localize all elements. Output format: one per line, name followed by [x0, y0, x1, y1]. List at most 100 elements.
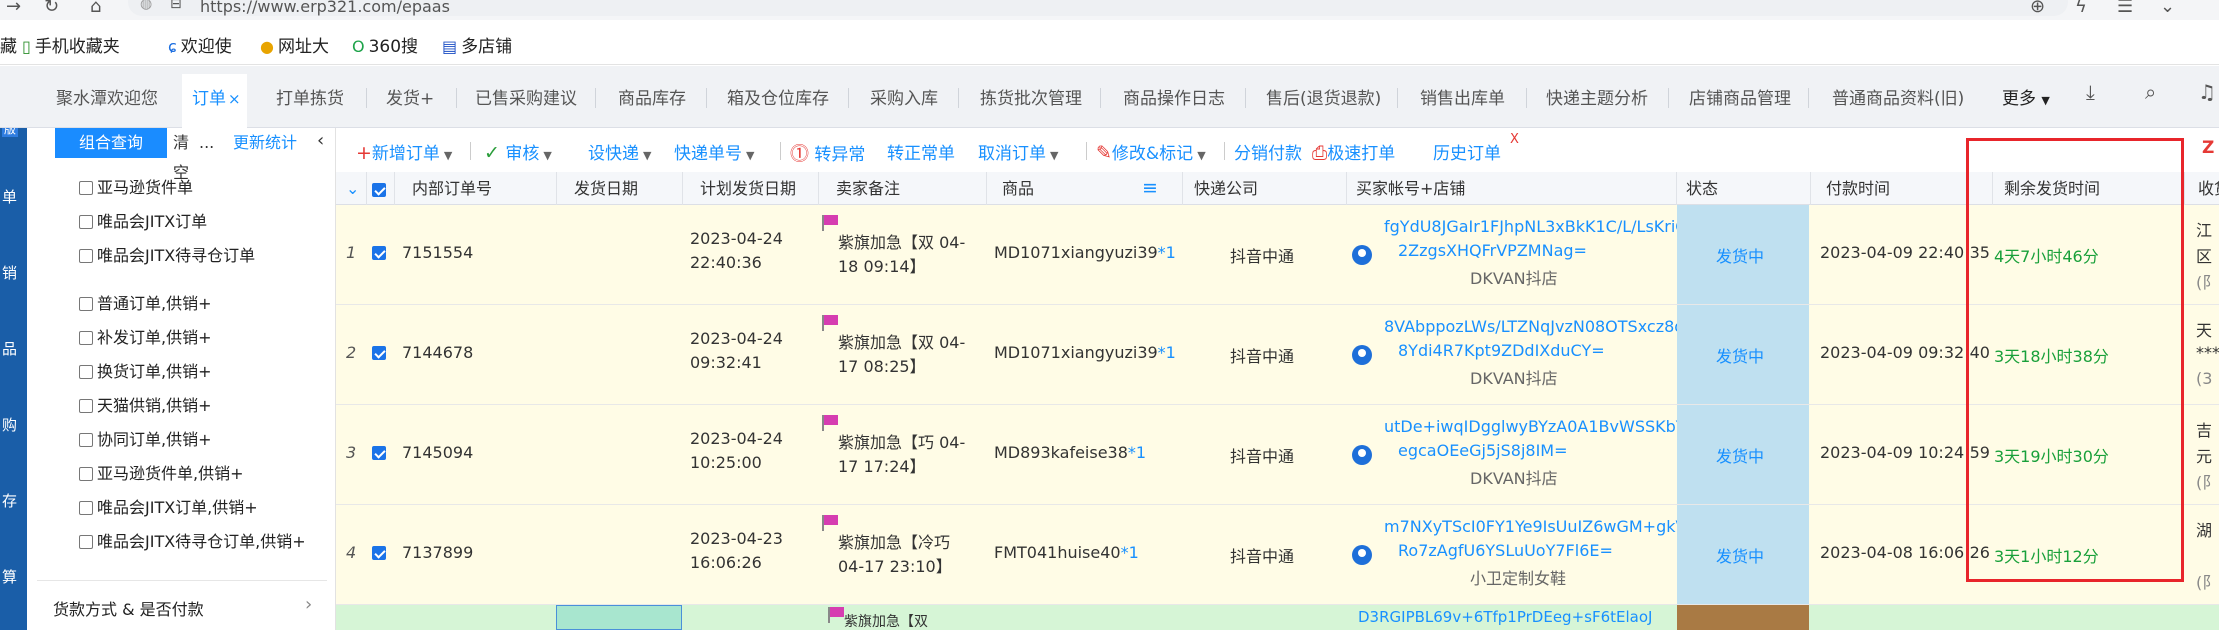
filter-item[interactable]: 天猫供销,供销+ [79, 392, 212, 416]
checkbox[interactable] [79, 249, 93, 263]
col-receiver[interactable]: 收货 [2192, 172, 2219, 205]
row-checkbox[interactable] [372, 543, 390, 562]
buyer-partial[interactable]: D3RGIPBL69v+6Tfp1PrDEeg+sF6tElaoJ [1358, 608, 1652, 626]
table-row[interactable]: 2 7144678 2023-04-24 09:32:41 紫旗加急【双 04- 17 0… [336, 305, 2219, 405]
tab-goods-legacy[interactable]: 普通商品资料(旧) [1832, 84, 1964, 109]
col-plan-date[interactable]: 计划发货日期 [694, 172, 796, 205]
bookmark-item[interactable]: ɕ 欢迎使 [168, 32, 232, 57]
goods-sku[interactable]: FMT041huise40*1 [994, 543, 1139, 562]
dist-pay-button[interactable]: 分销付款 [1234, 139, 1302, 164]
audit-button[interactable]: ✓ 审核 ▼ [484, 139, 552, 164]
more-button[interactable]: ... [199, 128, 214, 158]
bookmark-item[interactable]: ● 网址大 [260, 32, 329, 57]
search-icon[interactable]: ⌕ [2145, 80, 2156, 104]
forward-icon[interactable]: → [6, 0, 21, 17]
tab-purchase-advice[interactable]: 已售采购建议 [475, 84, 577, 109]
collapse-icon[interactable]: ‹ [317, 130, 324, 151]
bookmark-item[interactable]: ▯ 手机收藏夹 [22, 32, 120, 57]
goods-sku[interactable]: MD1071xiangyuzi39*1 [994, 243, 1176, 262]
checkbox[interactable] [79, 365, 93, 379]
buyer-account-line2[interactable]: Ro7zAgfU6YSLuUoY7Fl6E= [1398, 541, 1613, 560]
filter-item[interactable]: 亚马逊货件单,供销+ [79, 460, 244, 484]
tab-welcome[interactable]: 聚水潭欢迎您 [56, 84, 158, 109]
filter-item[interactable]: 唯品会JITX订单 [79, 208, 207, 232]
tab-inbound[interactable]: 采购入库 [870, 84, 938, 109]
tab-ship[interactable]: 发货+ [386, 84, 434, 109]
order-no[interactable]: 7137899 [402, 543, 473, 562]
more-dropdown[interactable]: 更多 ▼ [2002, 84, 2050, 109]
col-status[interactable]: 状态 [1680, 172, 1718, 205]
table-row[interactable]: 1 7151554 2023-04-24 22:40:36 紫旗加急【双 04- 18 0… [336, 205, 2219, 305]
tab-bin-stock[interactable]: 箱及仓位库存 [727, 84, 829, 109]
buyer-account-line2[interactable]: egcaOEeGj5jS8j8IM= [1398, 441, 1568, 460]
tab-pick[interactable]: 打单拣货 [276, 84, 344, 109]
tab-shop-goods[interactable]: 店铺商品管理 [1689, 84, 1791, 109]
select-all-checkbox[interactable] [366, 180, 390, 199]
filter-item[interactable]: 唯品会JITX待寻仓订单,供销+ [79, 528, 306, 552]
bookmark-item[interactable]: ▤ 多店铺 [442, 32, 512, 57]
col-ship-date[interactable]: 发货日期 [568, 172, 638, 205]
checkbox[interactable] [79, 331, 93, 345]
home-icon[interactable]: ⌂ [90, 0, 101, 17]
order-no[interactable]: 7151554 [402, 243, 473, 262]
new-order-button[interactable]: +新增订单 ▼ [356, 139, 452, 164]
tab-aftersale[interactable]: 售后(退货退款) [1266, 84, 1381, 109]
col-buyer-shop[interactable]: 买家帐号+店铺 [1350, 172, 1465, 205]
checkbox[interactable] [79, 215, 93, 229]
tab-order[interactable]: 订单 × [182, 74, 247, 128]
buyer-account-line2[interactable]: 8Ydi4R7Kpt9ZDdIXduCY= [1398, 341, 1605, 360]
filter-item[interactable]: 协同订单,供销+ [79, 426, 212, 450]
payment-filter[interactable]: 货款方式 & 是否付款 [53, 596, 204, 620]
to-normal-button[interactable]: 转正常单 [887, 139, 955, 164]
zz-icon[interactable]: Z [2202, 138, 2214, 158]
filter-item[interactable]: 换货订单,供销+ [79, 358, 212, 382]
table-row[interactable]: 3 7145094 2023-04-24 10:25:00 紫旗加急【巧 04- 17 1… [336, 405, 2219, 505]
modify-mark-button[interactable]: ✎修改&标记 ▼ [1096, 139, 1206, 164]
bell-icon[interactable]: ♫ [2198, 80, 2216, 104]
buyer-account[interactable]: 8VAbppozLWs/LTZNqJvzN08OTSxcz8q [1384, 317, 1684, 336]
filter-item[interactable]: 亚马逊货件单 [79, 174, 193, 198]
goods-sku[interactable]: MD1071xiangyuzi39*1 [994, 343, 1176, 362]
to-exception-button[interactable]: ⓵ 转异常 [790, 139, 865, 166]
expand-all-icon[interactable]: ⌄ [340, 172, 359, 205]
zoom-icon[interactable]: ⊕ [2030, 0, 2045, 17]
nav-finance[interactable]: 算 [2, 566, 17, 587]
menu-icon[interactable]: ☰ [2117, 0, 2133, 17]
tab-express-analysis[interactable]: 快递主题分析 [1546, 84, 1648, 109]
combined-query-button[interactable]: 组合查询 [55, 128, 167, 158]
fast-print-button[interactable]: ⎙极速打单 [1312, 139, 1395, 164]
refresh-stats-button[interactable]: 更新统计 [233, 128, 297, 158]
close-toolbar-icon[interactable]: X [1510, 132, 1519, 147]
nav-stock[interactable]: 存 [2, 490, 17, 511]
extension-icon[interactable]: ϟ [2075, 0, 2087, 17]
filter-item[interactable]: 唯品会JITX待寻仓订单 [79, 242, 255, 266]
tab-outbound[interactable]: 销售出库单 [1420, 84, 1505, 109]
bookmark-item[interactable]: O 360搜 [352, 32, 418, 57]
set-express-button[interactable]: 设快递 ▼ [588, 139, 651, 164]
col-pay-time[interactable]: 付款时间 [1820, 172, 1890, 205]
order-no[interactable]: 7145094 [402, 443, 473, 462]
checkbox[interactable] [79, 535, 93, 549]
filter-item[interactable]: 补发订单,供销+ [79, 324, 212, 348]
col-goods[interactable]: 商品 [996, 172, 1034, 205]
col-express[interactable]: 快递公司 [1188, 172, 1258, 205]
table-row[interactable]: 紫旗加急【双 D3RGIPBL69v+6Tfp1PrDEeg+sF6tElaoJ [336, 605, 2219, 630]
buyer-account[interactable]: fgYdU8JGaIr1FJhpNL3xBkK1C/L/LsKriQ [1384, 217, 1688, 236]
checkbox[interactable] [79, 181, 93, 195]
nav-sales[interactable]: 销 [2, 262, 17, 283]
tab-batch[interactable]: 拣货批次管理 [980, 84, 1082, 109]
close-icon[interactable]: × [228, 90, 241, 108]
col-seller-remark[interactable]: 卖家备注 [830, 172, 900, 205]
nav-goods[interactable]: 品 [2, 338, 17, 359]
tab-stock[interactable]: 商品库存 [618, 84, 686, 109]
column-menu-icon[interactable]: ≡ [1136, 172, 1158, 205]
filter-item[interactable]: 普通订单,供销+ [79, 290, 212, 314]
reload-icon[interactable]: ↻ [44, 0, 59, 17]
buyer-account[interactable]: m7NXyTScI0FY1Ye9IsUuIZ6wGM+gkV [1384, 517, 1686, 536]
col-remaining[interactable]: 剩余发货时间 [1998, 172, 2100, 205]
order-no[interactable]: 7144678 [402, 343, 473, 362]
checkbox[interactable] [79, 297, 93, 311]
row-checkbox[interactable] [372, 443, 390, 462]
download-icon[interactable]: ⤓ [2086, 80, 2095, 104]
url-text[interactable]: https://www.erp321.com/epaas [200, 0, 450, 16]
